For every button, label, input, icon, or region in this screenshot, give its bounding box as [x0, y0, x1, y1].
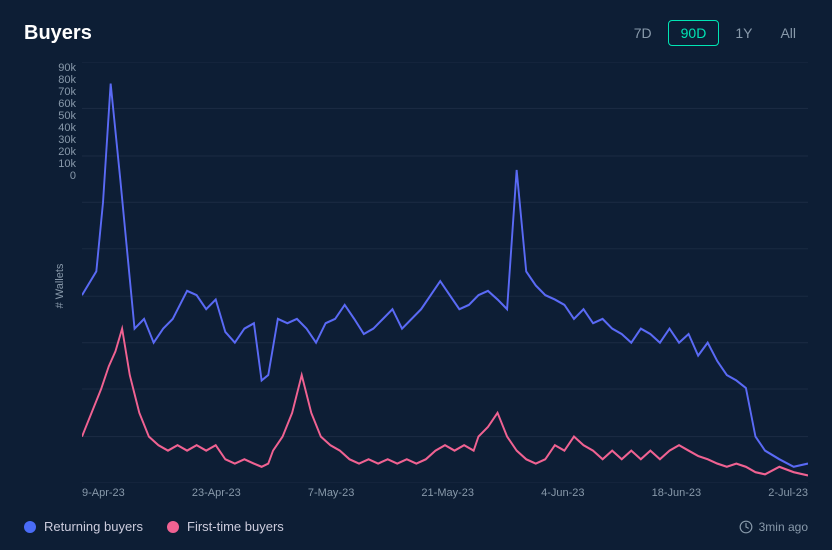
returning-label: Returning buyers — [44, 519, 143, 534]
first-time-buyers-line — [82, 329, 808, 476]
time-filter-group: 7D 90D 1Y All — [622, 20, 808, 46]
filter-1y[interactable]: 1Y — [723, 21, 764, 45]
filter-all[interactable]: All — [768, 21, 808, 45]
x-label-1: 23-Apr-23 — [192, 487, 241, 507]
first-time-label: First-time buyers — [187, 519, 284, 534]
chart-legend: Returning buyers First-time buyers 3min … — [24, 507, 808, 534]
update-time-label: 3min ago — [759, 520, 808, 534]
chart-area: # Wallets 90k 80k 70k 60k 50k 40k 30k 20… — [24, 62, 808, 507]
y-axis-label: # Wallets — [54, 246, 66, 326]
main-container: Buyers 7D 90D 1Y All # Wallets 90k 80k 7… — [0, 0, 832, 550]
x-label-5: 18-Jun-23 — [652, 487, 702, 507]
first-time-dot — [167, 521, 179, 533]
x-label-3: 21-May-23 — [421, 487, 474, 507]
filter-90d[interactable]: 90D — [668, 20, 720, 46]
chart-svg — [82, 62, 808, 483]
y-axis: 90k 80k 70k 60k 50k 40k 30k 20k 10k 0 — [34, 62, 82, 212]
clock-icon — [739, 520, 753, 534]
update-time: 3min ago — [739, 520, 808, 534]
chart-header: Buyers 7D 90D 1Y All — [24, 20, 808, 46]
chart-body: 9-Apr-23 23-Apr-23 7-May-23 21-May-23 4-… — [82, 62, 808, 507]
chart-title: Buyers — [24, 22, 92, 45]
x-label-0: 9-Apr-23 — [82, 487, 125, 507]
filter-7d[interactable]: 7D — [622, 21, 664, 45]
x-label-6: 2-Jul-23 — [768, 487, 808, 507]
x-label-2: 7-May-23 — [308, 487, 354, 507]
x-axis: 9-Apr-23 23-Apr-23 7-May-23 21-May-23 4-… — [82, 483, 808, 507]
returning-buyers-line — [82, 84, 808, 467]
legend-items: Returning buyers First-time buyers — [24, 519, 284, 534]
returning-dot — [24, 521, 36, 533]
legend-first-time: First-time buyers — [167, 519, 284, 534]
legend-returning: Returning buyers — [24, 519, 143, 534]
x-label-4: 4-Jun-23 — [541, 487, 584, 507]
chart-svg-container — [82, 62, 808, 483]
